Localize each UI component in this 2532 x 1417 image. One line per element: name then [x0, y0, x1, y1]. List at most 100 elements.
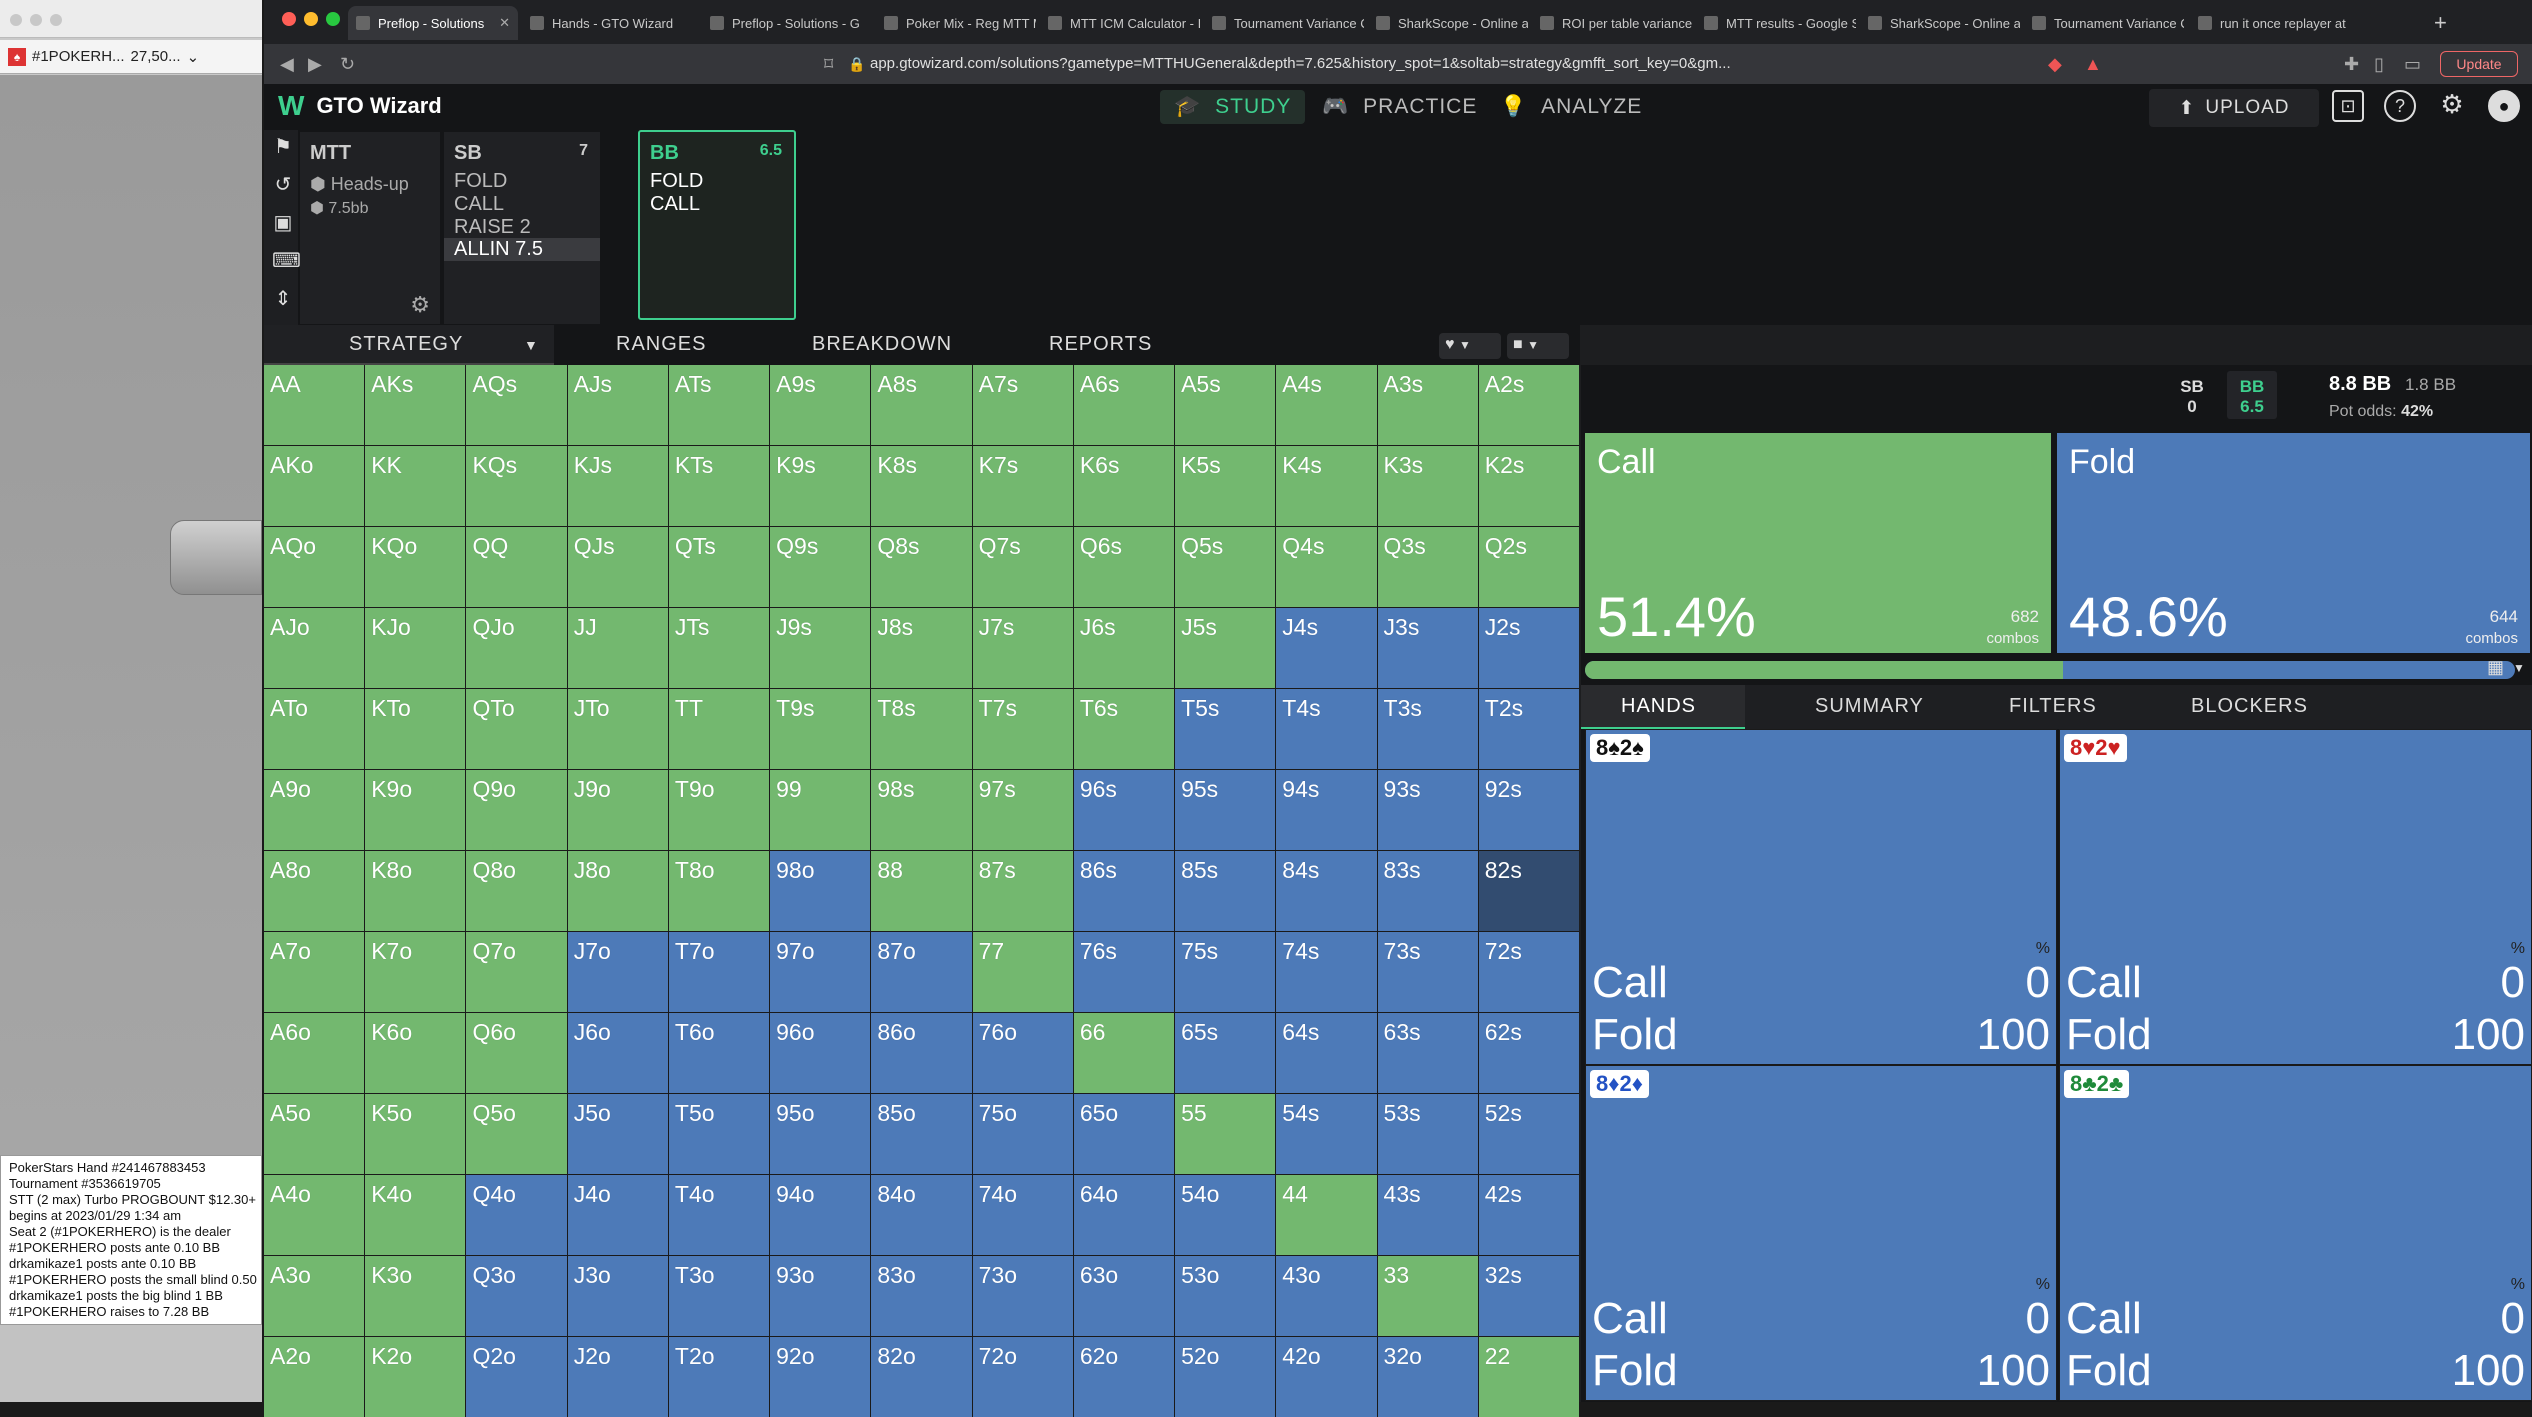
sb-action-fold[interactable]: FOLD — [454, 170, 507, 193]
matrix-cell[interactable]: K9o — [365, 770, 466, 850]
matrix-cell[interactable]: A6s — [1073, 365, 1175, 445]
matrix-cell[interactable]: J9s — [770, 608, 871, 688]
grid-view-icon[interactable]: ▦ — [2487, 657, 2504, 678]
matrix-cell[interactable]: JJ — [567, 608, 668, 688]
account-avatar-icon[interactable]: ● — [2488, 90, 2520, 122]
matrix-cell[interactable]: 66 — [1073, 1013, 1175, 1093]
tab-blockers[interactable]: BLOCKERS — [2191, 695, 2308, 718]
matrix-cell[interactable]: T9o — [668, 770, 770, 850]
matrix-cell[interactable]: J3s — [1377, 608, 1478, 688]
matrix-cell[interactable]: J4o — [567, 1175, 668, 1255]
matrix-cell[interactable]: QTo — [466, 689, 567, 769]
matrix-cell[interactable]: JTs — [668, 608, 770, 688]
matrix-cell[interactable]: 32s — [1478, 1256, 1579, 1336]
tab-ranges[interactable]: RANGES — [616, 333, 706, 356]
matrix-cell[interactable]: J8o — [567, 851, 668, 931]
browser-tab[interactable]: SharkScope - Online an — [1860, 6, 2020, 40]
matrix-cell[interactable]: AJo — [264, 608, 365, 688]
browser-tab[interactable]: Poker Mix - Reg MTT M — [876, 6, 1036, 40]
matrix-cell[interactable]: T9s — [770, 689, 871, 769]
matrix-cell[interactable]: 85s — [1175, 851, 1276, 931]
matrix-cell[interactable]: J5o — [567, 1094, 668, 1174]
matrix-cell[interactable]: Q7s — [972, 527, 1073, 607]
back-icon[interactable]: ◀ — [280, 54, 294, 75]
matrix-cell[interactable]: 76s — [1073, 932, 1175, 1012]
matrix-cell[interactable]: A4o — [264, 1175, 365, 1255]
matrix-cell[interactable]: T7s — [972, 689, 1073, 769]
matrix-cell[interactable]: ATs — [668, 365, 770, 445]
matrix-cell[interactable]: K4o — [365, 1175, 466, 1255]
fold-action-card[interactable]: Fold 48.6% 644 combos — [2057, 433, 2530, 653]
matrix-cell[interactable]: T6s — [1073, 689, 1175, 769]
help-icon[interactable]: ? — [2384, 90, 2416, 122]
matrix-cell[interactable]: T8o — [668, 851, 770, 931]
rewards-icon[interactable]: ▲ — [2084, 54, 2102, 75]
matrix-cell[interactable]: Q8o — [466, 851, 567, 931]
matrix-cell[interactable]: 95o — [770, 1094, 871, 1174]
update-button[interactable]: Update — [2440, 51, 2518, 77]
matrix-cell[interactable]: 83o — [871, 1256, 972, 1336]
matrix-cell[interactable]: A2o — [264, 1337, 365, 1417]
nav-study[interactable]: 🎓 STUDY — [1160, 90, 1306, 124]
matrix-cell[interactable]: 65s — [1175, 1013, 1276, 1093]
matrix-cell[interactable]: J8s — [871, 608, 972, 688]
matrix-cell[interactable]: AJs — [567, 365, 668, 445]
matrix-cell[interactable]: A9s — [770, 365, 871, 445]
matrix-cell[interactable]: 32o — [1377, 1337, 1478, 1417]
matrix-cell[interactable]: A4s — [1276, 365, 1377, 445]
matrix-cell[interactable]: J6o — [567, 1013, 668, 1093]
minimize-window-icon[interactable] — [304, 12, 318, 26]
matrix-cell[interactable]: 52s — [1478, 1094, 1579, 1174]
matrix-cell[interactable]: 55 — [1175, 1094, 1276, 1174]
matrix-cell[interactable]: Q4s — [1276, 527, 1377, 607]
reset-icon[interactable]: ↺ — [272, 174, 294, 196]
matrix-cell[interactable]: 98o — [770, 851, 871, 931]
matrix-cell[interactable]: K7s — [972, 446, 1073, 526]
matrix-cell[interactable]: 63o — [1073, 1256, 1175, 1336]
matrix-cell[interactable]: 87s — [972, 851, 1073, 931]
matrix-cell[interactable]: K6s — [1073, 446, 1175, 526]
matrix-cell[interactable]: Q5o — [466, 1094, 567, 1174]
matrix-cell[interactable]: 44 — [1276, 1175, 1377, 1255]
table-name[interactable]: #1POKERH... — [32, 48, 125, 65]
matrix-cell[interactable]: KTs — [668, 446, 770, 526]
matrix-cell[interactable]: 22 — [1478, 1337, 1579, 1417]
matrix-cell[interactable]: T2s — [1478, 689, 1579, 769]
window-zoom-dot[interactable] — [50, 14, 62, 26]
matrix-cell[interactable]: K8o — [365, 851, 466, 931]
close-window-icon[interactable] — [282, 12, 296, 26]
matrix-cell[interactable]: 86o — [871, 1013, 972, 1093]
matrix-cell[interactable]: A3s — [1377, 365, 1478, 445]
matrix-cell[interactable]: K6o — [365, 1013, 466, 1093]
matrix-cell[interactable]: 97o — [770, 932, 871, 1012]
matrix-cell[interactable]: 42o — [1276, 1337, 1377, 1417]
upload-button[interactable]: ⬆ UPLOAD — [2149, 89, 2319, 127]
matrix-cell[interactable]: Q7o — [466, 932, 567, 1012]
tab-reports[interactable]: REPORTS — [1049, 333, 1152, 356]
matrix-cell[interactable]: Q3o — [466, 1256, 567, 1336]
url-field[interactable]: app.gtowizard.com/solutions?gametype=MTT… — [870, 55, 1870, 72]
matrix-cell[interactable]: 97s — [972, 770, 1073, 850]
matrix-cell[interactable]: A2s — [1478, 365, 1579, 445]
matrix-cell[interactable]: 98s — [871, 770, 972, 850]
browser-tab[interactable]: Tournament Variance C — [1204, 6, 1364, 40]
matrix-cell[interactable]: A8s — [871, 365, 972, 445]
forward-icon[interactable]: ▶ — [308, 54, 322, 75]
sidebar-icon[interactable]: ▯ — [2374, 54, 2384, 75]
matrix-cell[interactable]: 84s — [1276, 851, 1377, 931]
caret-down-icon[interactable]: ▼ — [524, 337, 539, 353]
hand-combo-cell[interactable]: 8♥2♥% Call 0 Fold 100 — [2059, 729, 2532, 1065]
matrix-cell[interactable]: KJs — [567, 446, 668, 526]
game-info-box[interactable]: MTT ⬢ Heads-up ⬢ 7.5bb ⚙ — [300, 132, 440, 324]
matrix-cell[interactable]: T4s — [1276, 689, 1377, 769]
matrix-cell[interactable]: Q9s — [770, 527, 871, 607]
matrix-cell[interactable]: Q2o — [466, 1337, 567, 1417]
save-icon[interactable]: ▣ — [272, 212, 294, 234]
matrix-cell[interactable]: 64s — [1276, 1013, 1377, 1093]
matrix-cell[interactable]: 74s — [1276, 932, 1377, 1012]
matrix-cell[interactable]: K3o — [365, 1256, 466, 1336]
matrix-cell[interactable]: J7s — [972, 608, 1073, 688]
matrix-cell[interactable]: 85o — [871, 1094, 972, 1174]
browser-tab[interactable]: MTT results - Google S — [1696, 6, 1856, 40]
wallet-icon[interactable]: ▭ — [2404, 54, 2421, 75]
